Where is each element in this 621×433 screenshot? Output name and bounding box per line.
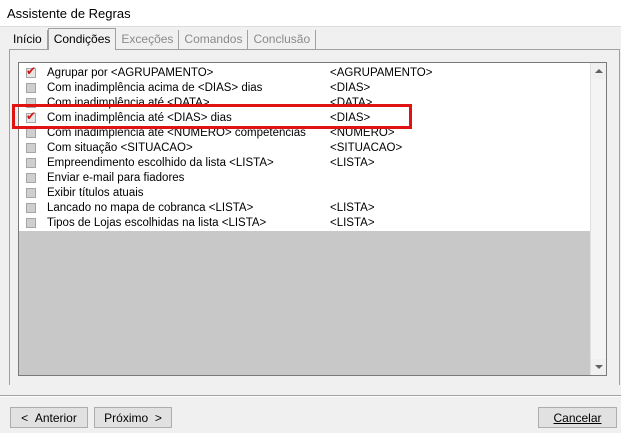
condition-checkbox[interactable] (26, 142, 36, 153)
cancel-button[interactable]: Cancelar (538, 407, 617, 428)
condition-row[interactable]: Tipos de Lojas escolhidas na lista <LIST… (19, 215, 591, 230)
list-empty-area (19, 231, 591, 375)
next-button-label: Próximo (104, 410, 149, 425)
tab-excecoes: Exceções (116, 30, 180, 50)
condition-row[interactable]: Com situação <SITUACAO> <SITUACAO> (19, 140, 591, 155)
condition-checkbox[interactable] (26, 157, 36, 168)
tab-strip: Início Condições Exceções Comandos Concl… (8, 28, 317, 50)
condition-param: <SITUACAO> (330, 141, 403, 154)
condition-name: Lancado no mapa de cobranca <LISTA> (47, 201, 254, 214)
bottom-separator (0, 395, 621, 397)
condition-row[interactable]: Empreendimento escolhido da lista <LISTA… (19, 155, 591, 170)
condition-param: <LISTA> (330, 201, 375, 214)
highlight-annotation-box (12, 104, 412, 129)
window-title: Assistente de Regras (0, 0, 621, 26)
condition-row[interactable]: Exibir títulos atuais (19, 185, 591, 200)
condition-name: Com situação <SITUACAO> (47, 141, 193, 154)
back-button[interactable]: < Anterior (10, 407, 88, 428)
condition-param: <DIAS> (330, 81, 371, 94)
condition-name: Exibir títulos atuais (47, 186, 144, 199)
scroll-down-button[interactable] (591, 359, 606, 375)
condition-checkbox[interactable] (26, 187, 36, 198)
condition-checkbox[interactable] (26, 202, 36, 213)
back-button-label: Anterior (34, 410, 77, 425)
condition-name: Empreendimento escolhido da lista <LISTA… (47, 156, 274, 169)
condition-name: Enviar e-mail para fiadores (47, 171, 185, 184)
tab-inicio[interactable]: Início (8, 30, 48, 50)
condition-name: Com inadimplência acima de <DIAS> dias (47, 81, 263, 94)
condition-checkbox[interactable] (26, 217, 36, 228)
chevron-down-icon (595, 365, 603, 369)
condition-param: <LISTA> (330, 216, 375, 229)
condition-row[interactable]: Enviar e-mail para fiadores (19, 170, 591, 185)
tab-conclusao: Conclusão (248, 30, 317, 50)
conditions-rows: Agrupar por <AGRUPAMENTO> <AGRUPAMENTO> … (19, 64, 591, 230)
condition-name: Tipos de Lojas escolhidas na lista <LIST… (47, 216, 267, 229)
condition-checkbox[interactable] (26, 64, 36, 78)
condition-row[interactable]: Agrupar por <AGRUPAMENTO> <AGRUPAMENTO> (19, 64, 591, 80)
cancel-button-label: Cancelar (553, 410, 602, 425)
condition-checkbox[interactable] (26, 127, 36, 138)
condition-name: Agrupar por <AGRUPAMENTO> (47, 66, 214, 79)
chevron-right-icon: > (154, 410, 162, 425)
condition-row[interactable]: Lancado no mapa de cobranca <LISTA> <LIS… (19, 200, 591, 215)
condition-row[interactable]: Com inadimplência acima de <DIAS> dias <… (19, 80, 591, 95)
tab-comandos: Comandos (179, 30, 249, 50)
next-button[interactable]: Próximo > (94, 407, 172, 428)
condition-param: <AGRUPAMENTO> (330, 66, 433, 79)
chevron-up-icon (595, 69, 603, 73)
condition-checkbox[interactable] (26, 82, 36, 93)
chevron-left-icon: < (21, 410, 29, 425)
tab-condicoes[interactable]: Condições (47, 28, 117, 50)
condition-param: <LISTA> (330, 156, 375, 169)
vertical-scrollbar[interactable] (590, 63, 606, 375)
scroll-up-button[interactable] (591, 63, 606, 79)
condition-checkbox[interactable] (26, 172, 36, 183)
